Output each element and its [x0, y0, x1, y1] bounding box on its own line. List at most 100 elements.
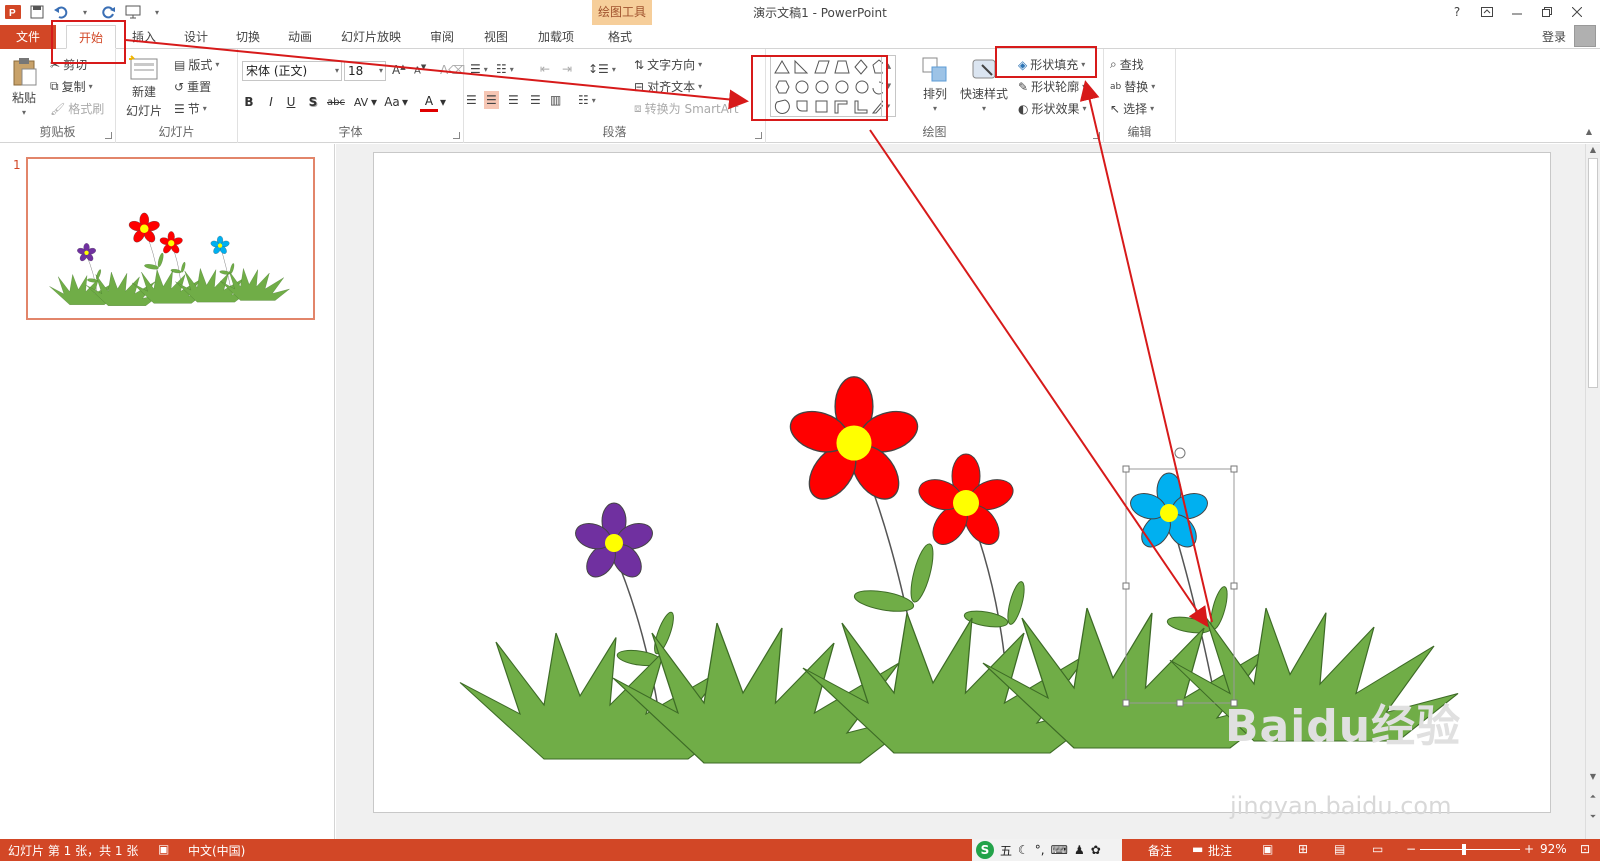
comments-button[interactable]: 批注: [1208, 842, 1232, 859]
decrease-indent-button[interactable]: ⇤: [540, 62, 550, 76]
numbering-button[interactable]: ☷ ▾: [496, 62, 514, 76]
spelling-check-icon[interactable]: ▣: [158, 842, 169, 856]
layout-button[interactable]: ▤ 版式 ▾: [174, 56, 219, 73]
close-icon[interactable]: [1562, 2, 1592, 22]
shape-outline-dropdown-icon[interactable]: ▾: [1082, 82, 1086, 91]
replace-button[interactable]: ab 替换 ▾: [1110, 78, 1155, 95]
zoom-slider-thumb[interactable]: [1462, 844, 1466, 855]
copy-button[interactable]: ⧉ 复制 ▾: [50, 78, 93, 95]
select-dropdown-icon[interactable]: ▾: [1150, 104, 1154, 113]
tab-insert[interactable]: 插入: [124, 25, 164, 49]
scroll-down-icon[interactable]: ▼: [1586, 772, 1600, 781]
tab-file[interactable]: 文件: [0, 25, 56, 49]
tab-format[interactable]: 格式: [598, 25, 642, 49]
replace-dropdown-icon[interactable]: ▾: [1151, 82, 1155, 91]
align-text-button[interactable]: ⊟ 对齐文本 ▾: [634, 78, 702, 95]
ime-toolbar[interactable]: S 五 ☾ °, ⌨ ♟ ✿: [972, 839, 1122, 861]
collapse-ribbon-icon[interactable]: ▲: [1586, 127, 1592, 136]
zoom-level[interactable]: 92%: [1540, 842, 1567, 856]
apps-icon[interactable]: ✿: [1091, 843, 1101, 857]
slide-thumbnail[interactable]: [26, 157, 315, 320]
account-avatar-icon[interactable]: [1574, 25, 1596, 47]
ime-mode-text[interactable]: 五: [1000, 842, 1012, 859]
redo-icon[interactable]: [100, 3, 118, 21]
text-direction-button[interactable]: ⇅ 文字方向 ▾: [634, 56, 702, 73]
increase-indent-button[interactable]: ⇥: [562, 62, 572, 76]
find-button[interactable]: ⌕ 查找: [1110, 56, 1144, 73]
previous-slide-icon[interactable]: ⏶: [1586, 792, 1600, 802]
paste-button[interactable]: 粘贴 ▾: [6, 57, 42, 117]
zoom-slider[interactable]: [1420, 849, 1520, 850]
grow-font-button[interactable]: A▲: [392, 63, 406, 77]
undo-icon[interactable]: [52, 3, 70, 21]
tab-animations[interactable]: 动画: [280, 25, 320, 49]
help-button[interactable]: ?: [1442, 2, 1472, 22]
copy-dropdown-icon[interactable]: ▾: [89, 82, 93, 91]
minimize-icon[interactable]: [1502, 2, 1532, 22]
language-indicator[interactable]: 中文(中国): [188, 842, 245, 859]
ribbon-display-options-icon[interactable]: [1472, 2, 1502, 22]
tab-transitions[interactable]: 切换: [228, 25, 268, 49]
italic-button[interactable]: I: [262, 92, 280, 112]
shape-effects-button[interactable]: ◐ 形状效果 ▾: [1018, 100, 1087, 117]
clear-formatting-button[interactable]: A⌫: [440, 63, 465, 77]
reset-button[interactable]: ↺ 重置: [174, 78, 211, 95]
font-name-dropdown-icon[interactable]: ▾: [335, 62, 339, 80]
shape-outline-button[interactable]: ✎ 形状轮廓 ▾: [1018, 78, 1086, 95]
next-slide-icon[interactable]: ⏷: [1586, 812, 1600, 822]
font-launcher-icon[interactable]: [453, 132, 460, 139]
tab-design[interactable]: 设计: [176, 25, 216, 49]
start-from-beginning-icon[interactable]: [124, 3, 142, 21]
change-case-button[interactable]: Aa: [382, 92, 402, 112]
save-icon[interactable]: [28, 3, 46, 21]
sign-in-link[interactable]: 登录: [1542, 28, 1566, 45]
scrollbar-thumb[interactable]: [1588, 158, 1598, 388]
new-slide-button[interactable]: 新建 幻灯片: [122, 55, 166, 119]
change-case-dropdown-icon[interactable]: ▾: [401, 92, 409, 112]
font-color-button[interactable]: A: [420, 92, 438, 112]
fit-to-window-icon[interactable]: ⊡: [1580, 842, 1590, 856]
bold-button[interactable]: B: [240, 92, 258, 112]
shrink-font-button[interactable]: A▼: [414, 63, 426, 76]
font-name-combo[interactable]: 宋体 (正文) ▾: [242, 61, 342, 81]
reading-view-icon[interactable]: ▤: [1334, 842, 1345, 856]
clipboard-launcher-icon[interactable]: [105, 132, 112, 139]
character-spacing-dropdown-icon[interactable]: ▾: [370, 92, 378, 112]
zoom-in-icon[interactable]: +: [1524, 842, 1534, 856]
tab-view[interactable]: 视图: [476, 25, 516, 49]
arrange-button[interactable]: 排列 ▾: [920, 57, 950, 113]
shape-effects-dropdown-icon[interactable]: ▾: [1083, 104, 1087, 113]
drawing-launcher-icon[interactable]: [1093, 132, 1100, 139]
font-size-dropdown-icon[interactable]: ▾: [379, 62, 383, 80]
tab-review[interactable]: 审阅: [422, 25, 462, 49]
columns-button[interactable]: ▥: [550, 93, 561, 107]
slide-sorter-icon[interactable]: ⊞: [1298, 842, 1308, 856]
align-right-button[interactable]: ☰: [508, 93, 519, 107]
tab-slideshow[interactable]: 幻灯片放映: [336, 25, 406, 49]
zoom-out-icon[interactable]: −: [1406, 842, 1416, 856]
keyboard-icon[interactable]: ⌨: [1051, 843, 1068, 857]
character-spacing-button[interactable]: AV: [350, 92, 372, 112]
paste-dropdown-icon[interactable]: ▾: [22, 108, 26, 117]
normal-view-icon[interactable]: ▣: [1262, 842, 1273, 856]
section-button[interactable]: ☰ 节 ▾: [174, 100, 207, 117]
tab-addins[interactable]: 加载项: [530, 25, 582, 49]
justify-button[interactable]: ☰: [530, 93, 541, 107]
notes-button[interactable]: 备注: [1148, 842, 1172, 859]
customize-qat-icon[interactable]: ▾: [148, 3, 166, 21]
format-painter-button[interactable]: 🖌 格式刷: [50, 100, 104, 117]
underline-button[interactable]: U: [282, 92, 300, 112]
slideshow-view-icon[interactable]: ▭: [1372, 842, 1383, 856]
line-spacing-button[interactable]: ↕☰ ▾: [588, 62, 616, 76]
align-center-button[interactable]: ☰: [484, 91, 499, 109]
font-size-combo[interactable]: 18 ▾: [344, 61, 386, 81]
vertical-scrollbar[interactable]: ▲ ▼ ⏶ ⏷: [1585, 144, 1600, 839]
font-color-dropdown-icon[interactable]: ▾: [439, 92, 447, 112]
restore-icon[interactable]: [1532, 2, 1562, 22]
text-shadow-button[interactable]: S: [304, 92, 322, 112]
select-button[interactable]: ↖ 选择 ▾: [1110, 100, 1154, 117]
strikethrough-button[interactable]: abc: [324, 92, 348, 112]
punctuation-icon[interactable]: °,: [1035, 843, 1045, 857]
convert-smartart-button[interactable]: ⧈ 转换为 SmartArt: [634, 100, 739, 117]
undo-dropdown-icon[interactable]: ▾: [76, 3, 94, 21]
